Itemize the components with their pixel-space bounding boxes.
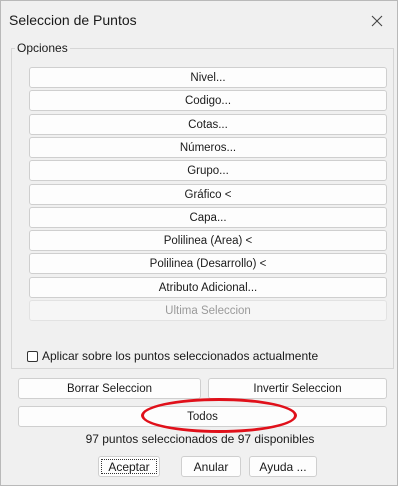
option-button[interactable]: Capa... — [29, 207, 387, 228]
apply-to-selected-checkbox[interactable]: Aplicar sobre los puntos seleccionados a… — [27, 347, 318, 365]
option-button[interactable]: Atributo Adicional... — [29, 277, 387, 298]
option-button[interactable]: Cotas... — [29, 114, 387, 135]
checkbox-box[interactable] — [27, 350, 38, 362]
help-button[interactable]: Ayuda ... — [249, 456, 317, 477]
title-bar: Seleccion de Puntos — [1, 1, 397, 41]
seleccion-de-puntos-dialog: Seleccion de Puntos Opciones Nivel... Cod… — [0, 0, 398, 486]
selection-status: 97 puntos seleccionados de 97 disponible… — [85, 432, 315, 446]
option-button[interactable]: Polilinea (Desarrollo) < — [29, 253, 387, 274]
cancel-button[interactable]: Anular — [181, 456, 241, 477]
accept-button[interactable]: Aceptar — [98, 456, 160, 477]
option-button[interactable]: Nivel... — [29, 67, 387, 88]
window-title: Seleccion de Puntos — [9, 12, 137, 28]
select-all-button[interactable]: Todos — [18, 406, 387, 427]
option-button[interactable]: Codigo... — [29, 90, 387, 111]
clear-selection-button[interactable]: Borrar Seleccion — [18, 378, 201, 399]
close-icon — [371, 15, 383, 27]
option-button[interactable]: Gráfico < — [29, 184, 387, 205]
close-button[interactable] — [357, 1, 397, 41]
options-group-label: Opciones — [15, 41, 70, 55]
option-button[interactable]: Grupo... — [29, 160, 387, 181]
option-button[interactable]: Polilinea (Area) < — [29, 230, 387, 251]
option-button: Ultima Seleccion — [29, 300, 387, 321]
invert-selection-button[interactable]: Invertir Seleccion — [208, 378, 387, 399]
apply-to-selected-label: Aplicar sobre los puntos seleccionados a… — [42, 349, 319, 363]
option-button[interactable]: Números... — [29, 137, 387, 158]
